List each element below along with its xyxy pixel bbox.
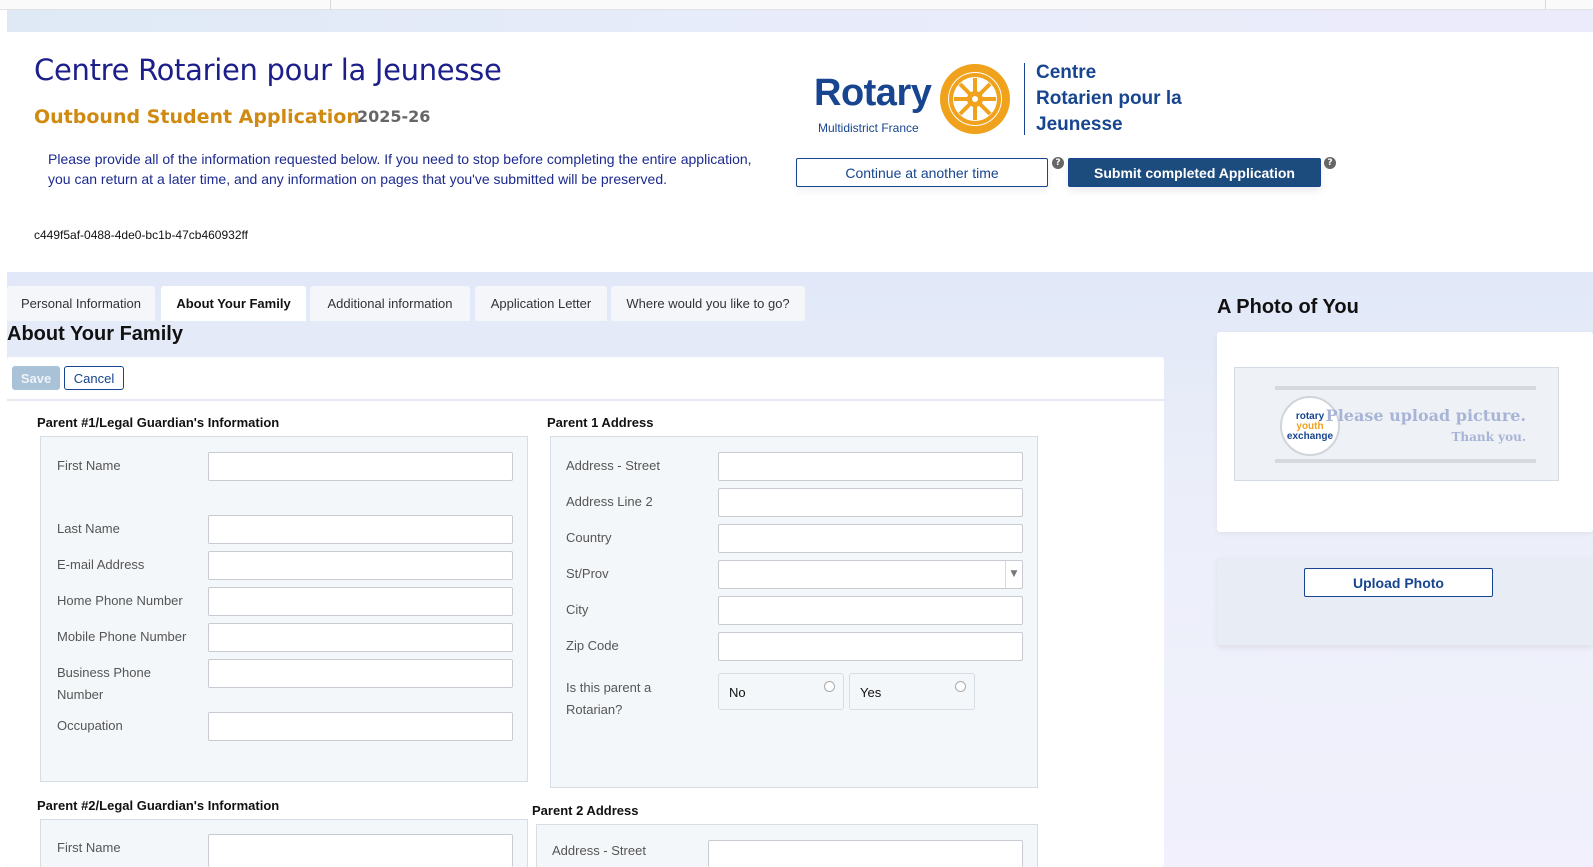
cancel-button[interactable]: Cancel [64, 366, 124, 390]
radio-button[interactable] [955, 681, 966, 692]
parent1-city-input[interactable] [718, 596, 1023, 625]
address-street-label: Address - Street [552, 843, 646, 858]
parent1-occupation-input[interactable] [208, 712, 513, 741]
parent2-address-street-input[interactable] [708, 840, 1023, 867]
continue-later-button[interactable]: Continue at another time [796, 158, 1048, 187]
radio-button[interactable] [824, 681, 835, 692]
logo-text: exchange [1286, 431, 1334, 442]
parent1-zip-code-input[interactable] [718, 632, 1023, 661]
parent1-st-prov-select[interactable]: ▼ [718, 560, 1023, 589]
chevron-down-icon[interactable]: ▼ [1005, 561, 1022, 588]
parent2-address-title: Parent 2 Address [532, 803, 639, 818]
rotary-logo: Rotary Multidistrict France Centre Rotar… [814, 60, 1194, 140]
parent1-home-phone-input[interactable] [208, 587, 513, 616]
logo-line: Rotarien pour la [1036, 88, 1182, 109]
application-year: 2025-26 [357, 107, 431, 126]
photo-placeholder: rotary youth exchange Please upload pict… [1234, 367, 1559, 481]
help-icon[interactable]: ? [1324, 157, 1336, 169]
address-line2-label: Address Line 2 [566, 494, 653, 509]
top-strip-divider [1545, 0, 1546, 10]
logo-line: Centre [1036, 62, 1097, 83]
parent1-first-name-input[interactable] [208, 452, 513, 481]
occupation-label: Occupation [57, 718, 123, 733]
email-label: E-mail Address [57, 557, 145, 572]
first-name-label: First Name [57, 840, 121, 855]
country-label: Country [566, 530, 612, 545]
top-strip-divider [330, 0, 331, 10]
zip-code-label: Zip Code [566, 638, 619, 653]
logo-organization-name: Centre Rotarien pour la Jeunesse [1036, 60, 1206, 138]
parent1-mobile-phone-input[interactable] [208, 623, 513, 652]
address-street-label: Address - Street [566, 458, 660, 473]
placeholder-divider [1275, 459, 1536, 463]
application-title: Outbound Student Application [34, 106, 360, 128]
placeholder-thanks: Thank you. [1451, 430, 1526, 444]
upload-photo-button[interactable]: Upload Photo [1304, 568, 1493, 597]
parent1-address-line2-input[interactable] [718, 488, 1023, 517]
first-name-label: First Name [57, 458, 121, 473]
st-prov-label: St/Prov [566, 566, 609, 581]
placeholder-text: Please upload picture. [1325, 406, 1526, 425]
logo-subtitle: Multidistrict France [818, 121, 919, 135]
toolbar-divider [7, 399, 1164, 401]
home-phone-label: Home Phone Number [57, 593, 183, 608]
site-title: Centre Rotarien pour la Jeunesse [34, 53, 502, 87]
radio-label: No [729, 685, 746, 700]
intro-text: Please provide all of the information re… [48, 151, 752, 187]
header-gradient-band [7, 10, 1593, 32]
logo-separator [1024, 63, 1025, 135]
parent2-info-title: Parent #2/Legal Guardian's Information [37, 798, 280, 813]
help-icon[interactable]: ? [1052, 157, 1064, 169]
last-name-label: Last Name [57, 521, 120, 536]
parent1-address-title: Parent 1 Address [547, 415, 654, 430]
logo-line: Jeunesse [1036, 114, 1123, 135]
tab-about-your-family[interactable]: About Your Family [161, 286, 306, 321]
parent1-address-street-input[interactable] [718, 452, 1023, 481]
save-button[interactable]: Save [12, 366, 60, 390]
placeholder-divider [1275, 386, 1536, 390]
rotary-wheel-icon [940, 64, 1010, 134]
rotarian-no-option[interactable]: No [718, 673, 844, 710]
photo-section-title: A Photo of You [1217, 296, 1359, 318]
rotarian-yes-option[interactable]: Yes [849, 673, 975, 710]
parent1-email-input[interactable] [208, 551, 513, 580]
parent1-business-phone-input[interactable] [208, 659, 513, 688]
logo-rotary-text: Rotary [814, 72, 932, 114]
rotary-youth-exchange-logo: rotary youth exchange [1280, 396, 1340, 456]
tab-personal-information[interactable]: Personal Information [7, 286, 155, 321]
parent1-last-name-input[interactable] [208, 515, 513, 544]
parent1-info-title: Parent #1/Legal Guardian's Information [37, 415, 280, 430]
top-strip [0, 0, 1593, 10]
tab-application-letter[interactable]: Application Letter [475, 286, 607, 321]
section-title: About Your Family [7, 323, 183, 345]
tab-where-would-you-like-to-go[interactable]: Where would you like to go? [611, 286, 805, 321]
application-id: c449f5af-0488-4de0-bc1b-47cb460932ff [34, 228, 248, 242]
mobile-phone-label: Mobile Phone Number [57, 629, 187, 644]
radio-label: Yes [860, 685, 882, 700]
parent1-country-input[interactable] [718, 524, 1023, 553]
tab-additional-information[interactable]: Additional information [310, 286, 470, 321]
rotarian-question-label: Is this parent a Rotarian? [566, 680, 652, 717]
parent2-first-name-input[interactable] [208, 834, 513, 867]
city-label: City [566, 602, 589, 617]
submit-application-button[interactable]: Submit completed Application [1068, 158, 1321, 187]
business-phone-label: Business Phone Number [57, 665, 151, 702]
